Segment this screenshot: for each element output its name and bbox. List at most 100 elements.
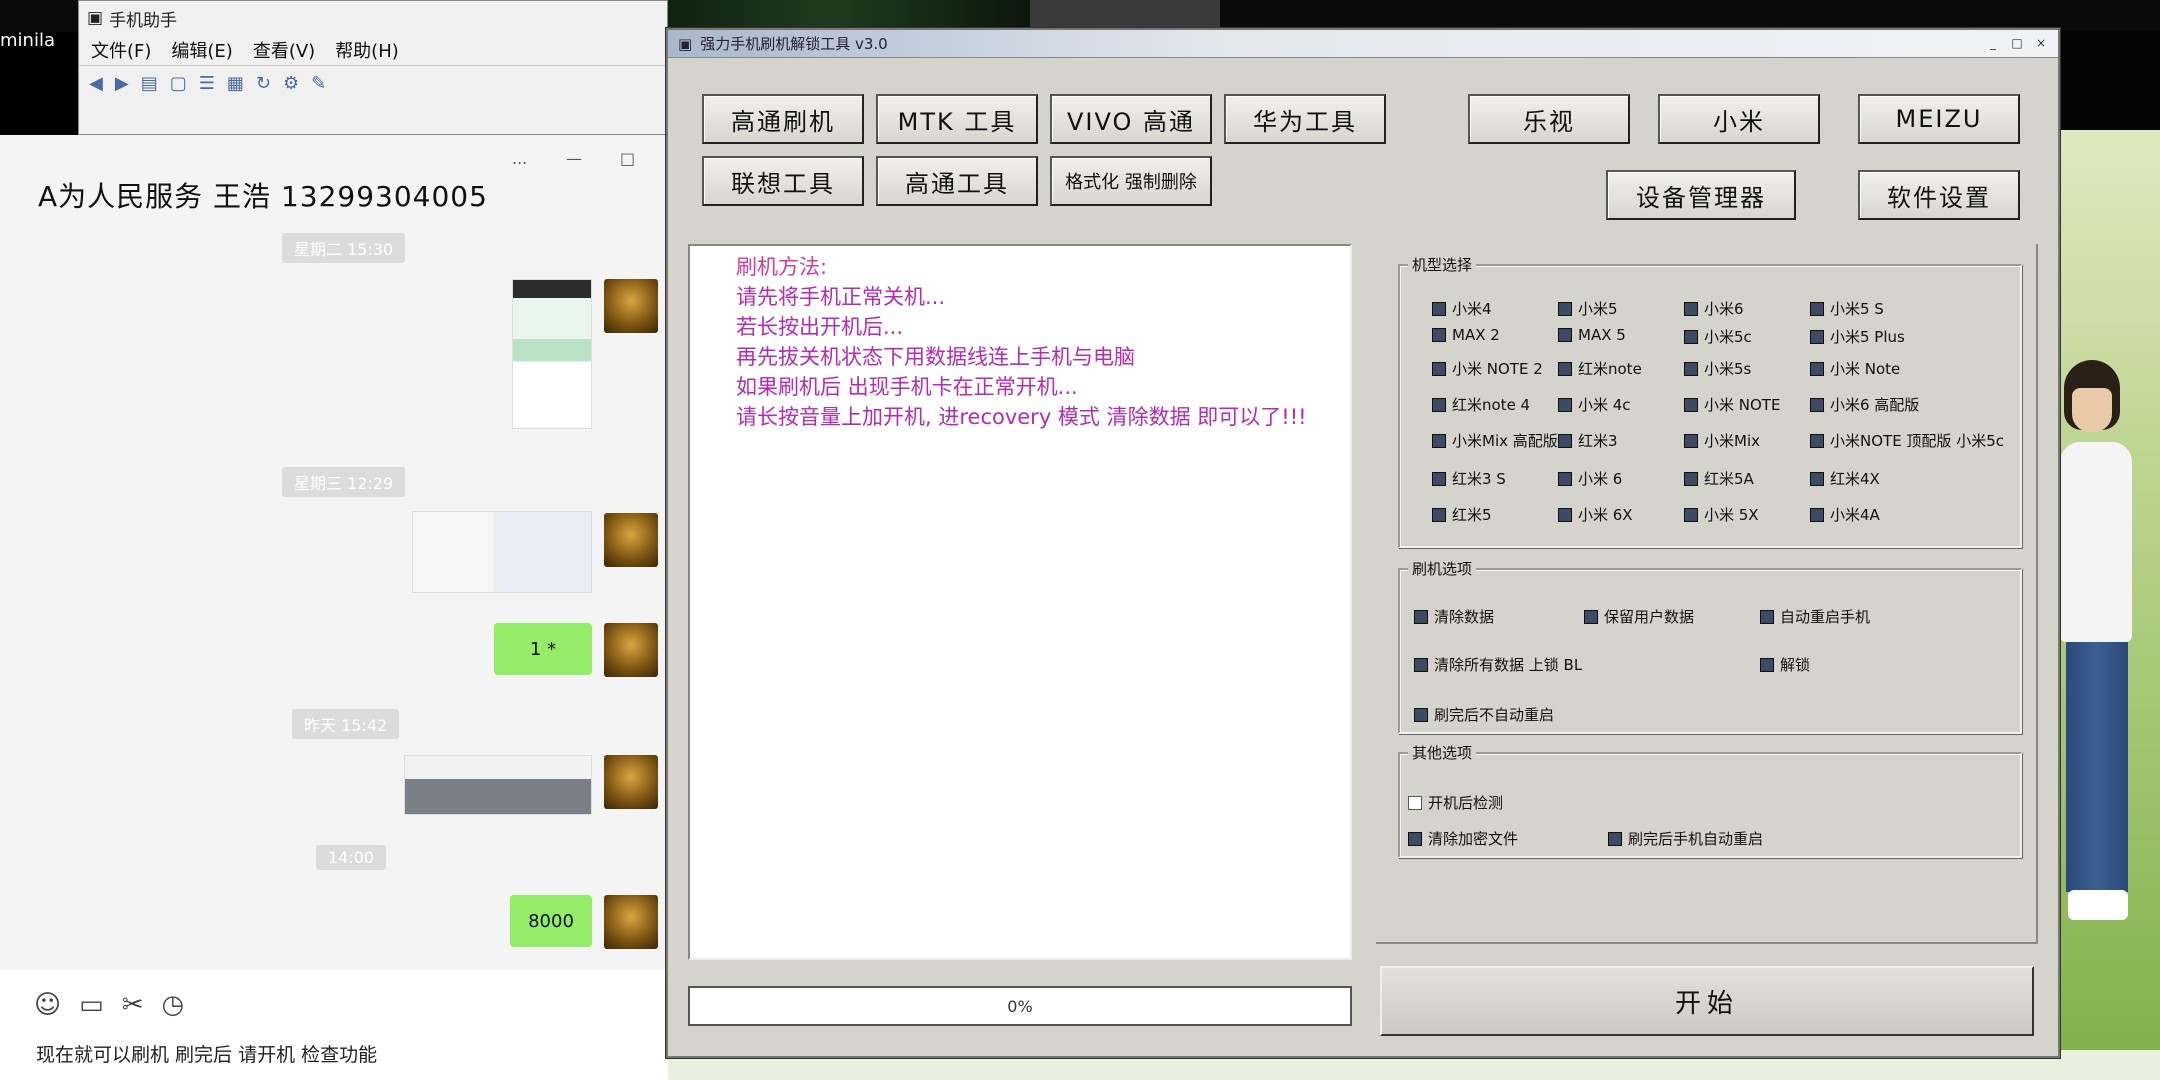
model-checkbox[interactable]: 小米 5X [1684,504,1759,525]
checkbox-icon[interactable] [1608,831,1622,846]
chat-text-message[interactable]: 8000 [510,895,592,947]
flash-option-checkbox[interactable]: 保留用户数据 [1584,606,1694,627]
model-checkbox[interactable]: 小米5c [1684,326,1752,347]
model-checkbox[interactable]: 小米4 [1432,298,1492,319]
checkbox-icon[interactable] [1558,507,1572,522]
settings-icon[interactable]: ⚙ [283,73,299,94]
view-icon[interactable]: ▤ [141,73,158,94]
checkbox-icon[interactable] [1558,328,1572,342]
letv-button[interactable]: 乐视 [1468,94,1630,144]
checkbox-icon[interactable] [1810,471,1824,486]
model-checkbox[interactable]: 小米 NOTE [1684,394,1780,415]
checkbox-icon[interactable] [1810,397,1824,412]
software-settings-button[interactable]: 软件设置 [1858,170,2020,220]
checkbox-icon[interactable] [1558,433,1572,448]
avatar[interactable] [604,623,658,677]
grid-icon[interactable]: ▦ [227,73,244,94]
lenovo-tool-button[interactable]: 联想工具 [702,156,864,206]
checkbox-icon[interactable] [1558,471,1572,486]
model-checkbox[interactable]: 小米Mix [1684,430,1760,451]
checkbox-icon[interactable] [1558,397,1572,412]
mtk-tool-button[interactable]: MTK 工具 [876,94,1038,144]
checkbox-icon[interactable] [1810,433,1824,448]
flash-option-checkbox[interactable]: 刷完后不自动重启 [1414,704,1554,725]
checkbox-icon[interactable] [1810,301,1824,316]
menu-view[interactable]: 查看(V) [253,37,315,63]
checkbox-icon[interactable] [1408,795,1422,810]
checkbox-icon[interactable] [1684,397,1698,412]
checkbox-icon[interactable] [1432,433,1446,448]
model-checkbox[interactable]: 小米6 [1684,298,1744,319]
checkbox-icon[interactable] [1414,657,1428,672]
checkbox-icon[interactable] [1810,329,1824,344]
avatar[interactable] [604,513,658,567]
model-checkbox[interactable]: 小米 6 [1558,468,1622,489]
huawei-tool-button[interactable]: 华为工具 [1224,94,1386,144]
model-checkbox[interactable]: 小米5 [1558,298,1618,319]
flash-option-checkbox[interactable]: 自动重启手机 [1760,606,1870,627]
chat-text-message[interactable]: 1 * [494,623,592,675]
other-option-checkbox[interactable]: 清除加密文件 [1408,828,1518,849]
checkbox-icon[interactable] [1684,301,1698,316]
chat-image-message[interactable] [512,279,592,429]
checkbox-icon[interactable] [1414,609,1428,624]
menu-help[interactable]: 帮助(H) [335,37,399,63]
checkbox-icon[interactable] [1584,609,1598,624]
model-checkbox[interactable]: 小米4A [1810,504,1880,525]
tools-icon[interactable]: ✎ [311,73,326,94]
start-button[interactable]: 开始 [1380,966,2034,1036]
model-checkbox[interactable]: 小米5s [1684,358,1751,379]
log-textarea[interactable]: 刷机方法: 请先将手机正常关机... 若长按出开机后... 再先拔关机状态下用数… [688,244,1352,960]
model-checkbox[interactable]: 小米 6X [1558,504,1633,525]
model-checkbox[interactable]: 小米 NOTE 2 [1432,358,1543,379]
chat-history-icon[interactable]: ◷ [161,990,184,1020]
flash-option-checkbox[interactable]: 清除数据 [1414,606,1494,627]
model-checkbox[interactable]: MAX 2 [1432,326,1500,344]
other-option-checkbox[interactable]: 刷完后手机自动重启 [1608,828,1763,849]
back-window[interactable]: ▣ 手机助手 文件(F) 编辑(E) 查看(V) 帮助(H) ◀ ▶ ▤ ▢ ☰… [78,0,668,135]
qualcomm-tool-button[interactable]: 高通工具 [876,156,1038,206]
model-checkbox[interactable]: MAX 5 [1558,326,1626,344]
meizu-button[interactable]: MEIZU [1858,94,2020,144]
more-icon[interactable]: ... [512,149,527,168]
xiaomi-button[interactable]: 小米 [1658,94,1820,144]
checkbox-icon[interactable] [1432,301,1446,316]
checkbox-icon[interactable] [1684,507,1698,522]
vivo-qualcomm-button[interactable]: VIVO 高通 [1050,94,1212,144]
checkbox-icon[interactable] [1432,328,1446,342]
list-icon[interactable]: ☰ [199,73,215,94]
checkbox-icon[interactable] [1558,301,1572,316]
chat-image-message[interactable] [404,755,592,815]
model-checkbox[interactable]: 小米5 S [1810,298,1884,319]
flash-option-checkbox[interactable]: 清除所有数据 上锁 BL [1414,654,1582,675]
back-icon[interactable]: ◀ [89,73,103,94]
maximize-icon[interactable]: □ [2008,36,2026,52]
minimize-icon[interactable]: — [566,149,582,168]
model-checkbox[interactable]: 小米Mix 高配版 [1432,430,1558,451]
menu-edit[interactable]: 编辑(E) [171,37,232,63]
model-checkbox[interactable]: 小米 Note [1810,358,1900,379]
qualcomm-flash-button[interactable]: 高通刷机 [702,94,864,144]
checkbox-icon[interactable] [1684,361,1698,376]
scissors-icon[interactable]: ✂ [122,990,144,1020]
forward-icon[interactable]: ▶ [115,73,129,94]
checkbox-icon[interactable] [1432,361,1446,376]
model-checkbox[interactable]: 红米note 4 [1432,394,1530,415]
model-checkbox[interactable]: 红米5A [1684,468,1754,489]
flash-option-checkbox[interactable]: 解锁 [1760,654,1810,675]
close-icon[interactable]: × [2032,36,2050,52]
model-checkbox[interactable]: 小米6 高配版 [1810,394,1919,415]
checkbox-icon[interactable] [1432,471,1446,486]
minimize-icon[interactable]: _ [1984,36,2002,52]
chat-image-message[interactable] [412,511,592,593]
checkbox-icon[interactable] [1432,507,1446,522]
model-checkbox[interactable]: 红米3 [1558,430,1618,451]
checkbox-icon[interactable] [1810,361,1824,376]
other-option-checkbox[interactable]: 开机后检测 [1408,792,1503,813]
checkbox-icon[interactable] [1432,397,1446,412]
checkbox-icon[interactable] [1684,433,1698,448]
checkbox-icon[interactable] [1408,831,1422,846]
avatar[interactable] [604,279,658,333]
model-checkbox[interactable]: 红米4X [1810,468,1880,489]
chat-input-area[interactable]: ☺ ▭ ✂ ◷ 现在就可以刷机 刷完后 请开机 检查功能 [0,970,668,1080]
